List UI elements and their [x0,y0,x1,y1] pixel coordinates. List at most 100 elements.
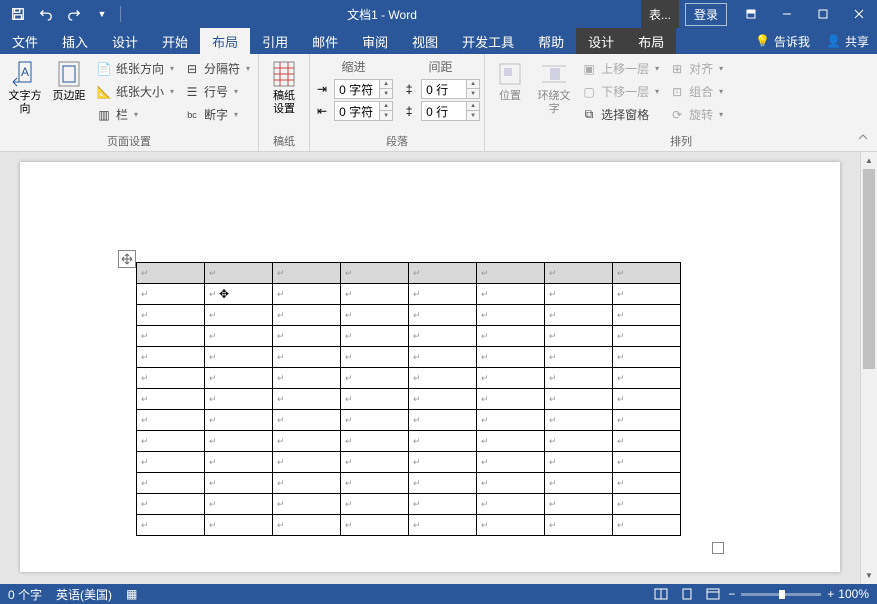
zoom-level[interactable]: 100% [838,587,869,601]
table-cell[interactable]: ↵ [409,326,477,347]
table-cell[interactable]: ↵ [545,494,613,515]
table-cell[interactable]: ↵ [613,410,681,431]
table-cell[interactable]: ↵ [137,410,205,431]
table-cell[interactable]: ↵ [545,389,613,410]
table-cell[interactable]: ↵ [273,284,341,305]
table-cell[interactable]: ↵ [273,452,341,473]
tab-review[interactable]: 审阅 [350,28,400,54]
position-button[interactable]: 位置 [489,56,531,103]
language-status[interactable]: 英语(美国) [56,586,112,603]
tab-references[interactable]: 引用 [250,28,300,54]
table-cell[interactable]: ↵ [137,431,205,452]
web-layout-button[interactable] [702,585,724,603]
wrap-text-button[interactable]: 环绕文字 [533,56,575,116]
table-cell[interactable]: ↵ [137,263,205,284]
table-cell[interactable]: ↵ [477,410,545,431]
table-row[interactable]: ↵↵↵↵↵↵↵↵ [137,263,681,284]
table-cell[interactable]: ↵ [613,284,681,305]
table-cell[interactable]: ↵ [341,452,409,473]
table-cell[interactable]: ↵ [477,368,545,389]
bring-forward-button[interactable]: ▣上移一层▾ [577,58,663,79]
table-cell[interactable]: ↵ [545,473,613,494]
table-cell[interactable]: ↵ [477,263,545,284]
table-cell[interactable]: ↵ [341,473,409,494]
table-cell[interactable]: ↵ [205,389,273,410]
table-cell[interactable]: ↵ [545,431,613,452]
table-cell[interactable]: ↵ [273,326,341,347]
table-cell[interactable]: ↵ [613,494,681,515]
table-row[interactable]: ↵↵✥↵↵↵↵↵↵ [137,284,681,305]
table-cell[interactable]: ↵ [273,305,341,326]
table-cell[interactable]: ↵ [409,305,477,326]
scroll-track[interactable] [861,169,877,567]
table-cell[interactable]: ↵ [137,515,205,536]
macro-icon[interactable]: ▦ [126,587,137,601]
table-cell[interactable]: ↵ [409,494,477,515]
table-cell[interactable]: ↵ [409,389,477,410]
table-cell[interactable]: ↵ [273,263,341,284]
zoom-slider[interactable]: − + [728,587,834,601]
word-count[interactable]: 0 个字 [8,586,42,603]
share-button[interactable]: 👤 共享 [818,28,877,54]
tab-devtools[interactable]: 开发工具 [450,28,526,54]
table-cell[interactable]: ↵ [137,368,205,389]
tab-design[interactable]: 设计 [100,28,150,54]
undo-button[interactable] [34,2,58,26]
table-cell[interactable]: ↵ [137,284,205,305]
table-cell[interactable]: ↵✥ [205,284,273,305]
table-cell[interactable]: ↵ [545,326,613,347]
breaks-button[interactable]: ⊟分隔符▾ [180,58,254,79]
tab-view[interactable]: 视图 [400,28,450,54]
text-direction-button[interactable]: A 文字方向 [4,56,46,116]
table-cell[interactable]: ↵ [545,263,613,284]
table-cell[interactable]: ↵ [477,452,545,473]
table-cell[interactable]: ↵ [137,473,205,494]
table-cell[interactable]: ↵ [205,368,273,389]
table-row[interactable]: ↵↵↵↵↵↵↵↵ [137,347,681,368]
table-cell[interactable]: ↵ [613,452,681,473]
collapse-ribbon-button[interactable] [857,131,873,147]
orientation-button[interactable]: 📄纸张方向▾ [92,58,178,79]
table-cell[interactable]: ↵ [409,431,477,452]
qat-customize-button[interactable]: ▼ [90,2,114,26]
table-cell[interactable]: ↵ [205,305,273,326]
table-cell[interactable]: ↵ [545,284,613,305]
size-button[interactable]: 📐纸张大小▾ [92,81,178,102]
scroll-up-button[interactable]: ▲ [861,152,877,169]
table-cell[interactable]: ↵ [409,263,477,284]
table-cell[interactable]: ↵ [545,410,613,431]
table-cell[interactable]: ↵ [409,284,477,305]
table-cell[interactable]: ↵ [341,410,409,431]
table-cell[interactable]: ↵ [477,305,545,326]
selection-pane-button[interactable]: ⧉选择窗格 [577,104,663,125]
table-cell[interactable]: ↵ [205,326,273,347]
table-cell[interactable]: ↵ [545,515,613,536]
table-cell[interactable]: ↵ [341,368,409,389]
table-cell[interactable]: ↵ [613,431,681,452]
scroll-down-button[interactable]: ▼ [861,567,877,584]
table-cell[interactable]: ↵ [205,515,273,536]
table-row[interactable]: ↵↵↵↵↵↵↵↵ [137,389,681,410]
table-cell[interactable]: ↵ [613,305,681,326]
page[interactable]: ↵↵↵↵↵↵↵↵↵↵✥↵↵↵↵↵↵↵↵↵↵↵↵↵↵↵↵↵↵↵↵↵↵↵↵↵↵↵↵↵… [20,162,840,572]
table-cell[interactable]: ↵ [477,284,545,305]
table-cell[interactable]: ↵ [137,494,205,515]
table-cell[interactable]: ↵ [545,368,613,389]
table-cell[interactable]: ↵ [477,515,545,536]
table-cell[interactable]: ↵ [477,326,545,347]
vertical-scrollbar[interactable]: ▲ ▼ [860,152,877,584]
table-cell[interactable]: ↵ [341,389,409,410]
table-cell[interactable]: ↵ [205,494,273,515]
table-cell[interactable]: ↵ [477,389,545,410]
group-button[interactable]: ⊡组合▾ [665,81,727,102]
table-cell[interactable]: ↵ [409,368,477,389]
table-cell[interactable]: ↵ [137,326,205,347]
table-cell[interactable]: ↵ [205,431,273,452]
table-cell[interactable]: ↵ [205,473,273,494]
table-cell[interactable]: ↵ [613,368,681,389]
table-cell[interactable]: ↵ [273,410,341,431]
table-cell[interactable]: ↵ [613,347,681,368]
tab-table-design[interactable]: 设计 [576,28,626,54]
hyphenation-button[interactable]: bc断字▾ [180,104,254,125]
table-cell[interactable]: ↵ [341,263,409,284]
